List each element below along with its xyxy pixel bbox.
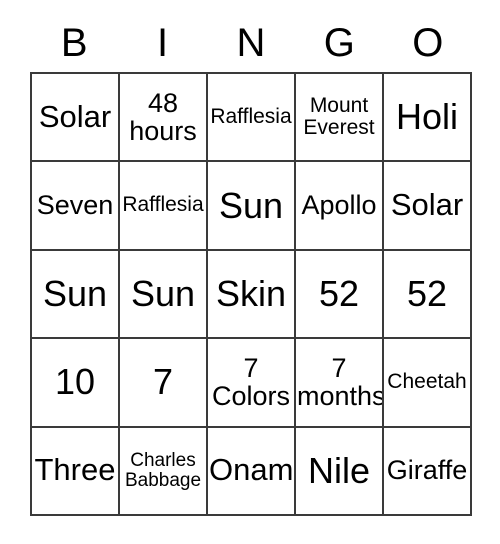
bingo-header-letter-i: I bbox=[157, 21, 169, 65]
bingo-row: Sun Sun Skin 52 52 bbox=[32, 250, 472, 340]
bingo-row: Three Charles Babbage Onam Nile Giraffe bbox=[32, 427, 472, 516]
bingo-cell-label: Holi bbox=[395, 96, 458, 138]
bingo-grid: Solar 48 hours Rafflesia Mount Everest Holi S… bbox=[30, 72, 472, 516]
bingo-cell[interactable]: Onam bbox=[208, 427, 296, 516]
bingo-cell[interactable]: Charles Babbage bbox=[120, 427, 208, 516]
bingo-cell[interactable]: Seven bbox=[32, 162, 120, 251]
bingo-cell-label: Cheetah bbox=[387, 370, 467, 394]
bingo-header-letter-o: O bbox=[412, 21, 444, 65]
bingo-cell[interactable]: Skin bbox=[208, 250, 296, 340]
bingo-cell[interactable]: Sun bbox=[120, 250, 208, 340]
bingo-cell-label: Giraffe bbox=[386, 455, 468, 486]
bingo-cell[interactable]: 52 bbox=[296, 250, 384, 340]
bingo-cell-label: Rafflesia bbox=[122, 193, 204, 217]
bingo-header-letter-g: G bbox=[323, 21, 355, 65]
bingo-cell[interactable]: Holi bbox=[384, 74, 472, 163]
bingo-cell[interactable]: Cheetah bbox=[384, 339, 472, 428]
bingo-cell-label: Charles Babbage bbox=[124, 449, 202, 491]
bingo-cell-label: Solar bbox=[38, 98, 112, 134]
bingo-header-letter-b: B bbox=[60, 21, 88, 65]
bingo-cell[interactable]: Solar bbox=[32, 74, 120, 163]
bingo-cell-label: Rafflesia bbox=[210, 105, 292, 129]
bingo-cell[interactable]: 10 bbox=[32, 339, 120, 428]
bingo-cell[interactable]: 7 months bbox=[296, 339, 384, 428]
bingo-header-row: B I N G O bbox=[30, 14, 472, 72]
bingo-header-letter-n: N bbox=[236, 21, 266, 65]
bingo-cell-label: 7 Colors bbox=[211, 352, 291, 412]
bingo-cell-label: Seven bbox=[36, 190, 114, 221]
bingo-cell-label: Mount Everest bbox=[303, 93, 375, 140]
bingo-cell-label: Three bbox=[34, 452, 116, 488]
bingo-cell[interactable]: Three bbox=[32, 427, 120, 516]
bingo-cell-label: 7 bbox=[152, 361, 174, 403]
bingo-cell[interactable]: Giraffe bbox=[384, 427, 472, 516]
bingo-cell[interactable]: Apollo bbox=[296, 162, 384, 251]
bingo-cell-label: Skin bbox=[215, 272, 287, 314]
bingo-cell-label: Nile bbox=[307, 449, 370, 491]
bingo-cell-label: 7 months bbox=[297, 352, 384, 412]
bingo-cell[interactable]: 52 bbox=[384, 250, 472, 340]
bingo-cell-label: 48 hours bbox=[129, 87, 197, 147]
bingo-cell-label: 52 bbox=[318, 272, 360, 314]
bingo-cell-label: Apollo bbox=[301, 190, 377, 221]
bingo-cell-label: Sun bbox=[42, 272, 108, 314]
bingo-card: B I N G O Solar 48 hours Rafflesia Mount Ev… bbox=[30, 14, 472, 516]
bingo-cell[interactable]: 7 bbox=[120, 339, 208, 428]
bingo-cell[interactable]: Nile bbox=[296, 427, 384, 516]
bingo-cell-label: Sun bbox=[130, 272, 196, 314]
bingo-cell-label: Sun bbox=[218, 184, 284, 226]
bingo-cell[interactable]: Sun bbox=[208, 162, 296, 251]
bingo-row: Solar 48 hours Rafflesia Mount Everest Holi bbox=[32, 74, 472, 163]
bingo-cell[interactable]: Rafflesia bbox=[208, 74, 296, 163]
bingo-cell[interactable]: 7 Colors bbox=[208, 339, 296, 428]
bingo-cell[interactable]: Sun bbox=[32, 250, 120, 340]
bingo-cell-label: 52 bbox=[406, 272, 448, 314]
bingo-cell[interactable]: Rafflesia bbox=[120, 162, 208, 251]
bingo-cell[interactable]: Mount Everest bbox=[296, 74, 384, 163]
bingo-cell-label: 10 bbox=[54, 361, 96, 403]
bingo-cell[interactable]: Solar bbox=[384, 162, 472, 251]
bingo-cell-label: Solar bbox=[390, 187, 464, 223]
bingo-row: Seven Rafflesia Sun Apollo Solar bbox=[32, 162, 472, 251]
bingo-row: 10 7 7 Colors 7 months Cheetah bbox=[32, 339, 472, 428]
bingo-cell-label: Onam bbox=[209, 452, 294, 488]
bingo-cell[interactable]: 48 hours bbox=[120, 74, 208, 163]
